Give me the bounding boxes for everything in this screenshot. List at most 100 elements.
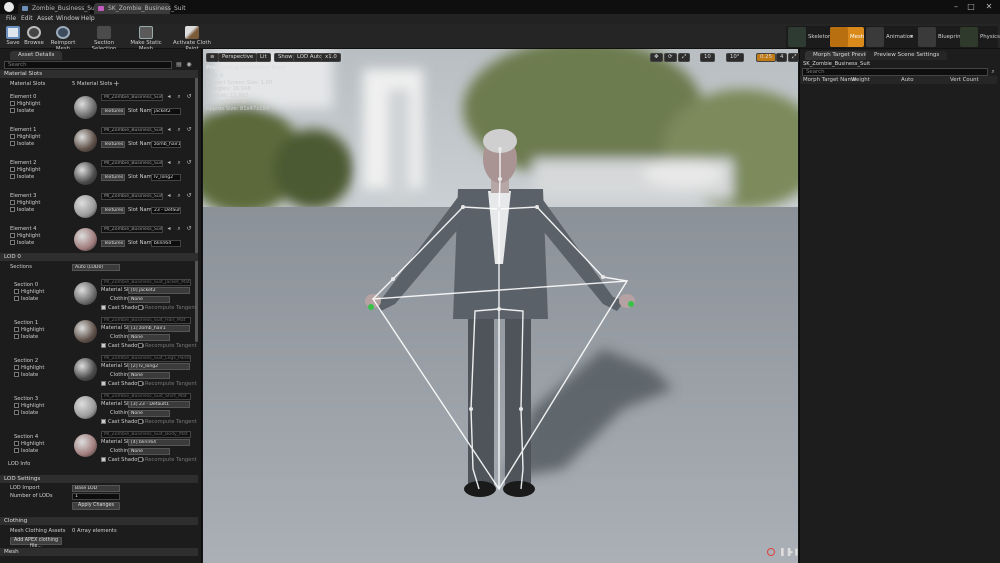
menu-edit[interactable]: Edit (21, 15, 33, 23)
perspective-button[interactable]: Perspective (218, 53, 258, 62)
checkbox[interactable] (138, 343, 143, 348)
lod-import-select[interactable]: Base LOD (72, 485, 120, 492)
col-weight[interactable]: Weight (851, 77, 870, 83)
material-name-field[interactable]: MI_Zombie_Business_Suit_Hair (101, 127, 163, 134)
checkbox[interactable] (10, 101, 15, 106)
checkbox[interactable] (101, 457, 106, 462)
mode-skeleton[interactable]: Skeleton (788, 27, 831, 47)
checkbox[interactable] (10, 200, 15, 205)
checkbox[interactable] (14, 365, 19, 370)
next-frame-button[interactable]: ▸❚ (790, 548, 799, 556)
mode-blueprint[interactable]: Blueprint (918, 27, 963, 47)
clothing-select[interactable]: None (128, 410, 170, 417)
checkbox[interactable] (14, 296, 19, 301)
highlight-checkbox[interactable]: Highlight (14, 403, 44, 410)
checkbox[interactable] (10, 240, 15, 245)
maximize-button[interactable]: □ (965, 2, 977, 12)
checkbox[interactable] (14, 403, 19, 408)
checkbox[interactable] (10, 108, 15, 113)
checkbox[interactable] (14, 448, 19, 453)
material-slots-header[interactable]: Material Slots (0, 70, 198, 78)
checkbox[interactable] (10, 141, 15, 146)
sections-lod-select[interactable]: Auto (LOD0) (72, 264, 120, 271)
tab-sk-zombie-business-suit[interactable]: SK_Zombie_Business_Suit × (94, 3, 186, 23)
isolate-checkbox[interactable]: Isolate (14, 410, 38, 417)
checkbox[interactable] (10, 174, 15, 179)
checkbox[interactable] (14, 334, 19, 339)
checkbox[interactable] (138, 381, 143, 386)
highlight-checkbox[interactable]: Highlight (10, 167, 40, 174)
use-selected-icon[interactable]: ◂ (166, 193, 172, 199)
recompute-tangent-checkbox[interactable]: Recompute Tangent (138, 419, 197, 426)
lod-info-label[interactable]: LOD Info (8, 461, 30, 468)
slot-name-field[interactable]: jacket2 (151, 108, 181, 115)
use-selected-icon[interactable]: ◂ (166, 127, 172, 133)
num-lods-field[interactable]: 1 (72, 493, 120, 500)
checkbox[interactable] (138, 305, 143, 310)
highlight-checkbox[interactable]: Highlight (14, 327, 44, 334)
textures-dropdown[interactable]: Textures (101, 108, 125, 115)
material-slot-select[interactable]: [3] 23 - Default1 (128, 401, 190, 408)
reset-icon[interactable]: ↺ (186, 226, 192, 232)
use-selected-icon[interactable]: ◂ (166, 226, 172, 232)
checkbox[interactable] (101, 381, 106, 386)
material-slot-select[interactable]: [1] zomb_hair1 (128, 325, 190, 332)
checkbox[interactable] (10, 207, 15, 212)
recompute-tangent-checkbox[interactable]: Recompute Tangent (138, 457, 197, 464)
material-thumbnail[interactable] (74, 195, 97, 218)
checkbox[interactable] (101, 305, 106, 310)
material-slot-select[interactable]: [2] lv_long2 (128, 363, 190, 370)
menu-help[interactable]: Help (81, 15, 95, 23)
clothing-select[interactable]: None (128, 372, 170, 379)
material-slot-select[interactable]: [4] blinn64 (128, 439, 190, 446)
save-button[interactable]: Save (4, 25, 22, 49)
slot-name-field[interactable]: blinn64 (151, 240, 181, 247)
grid-snap-value[interactable]: 10 (700, 53, 715, 62)
browse-button[interactable]: Browse (24, 25, 44, 49)
checkbox[interactable] (138, 419, 143, 424)
highlight-checkbox[interactable]: Highlight (10, 101, 40, 108)
rotate-tool-icon[interactable]: ⟳ (664, 53, 677, 62)
material-slot-select[interactable]: [0] jacket2 (128, 287, 190, 294)
reset-icon[interactable]: ↺ (186, 94, 192, 100)
textures-dropdown[interactable]: Textures (101, 240, 125, 247)
playback-speed-button[interactable]: x1.0 (321, 53, 341, 62)
scrollbar[interactable] (195, 72, 198, 342)
isolate-checkbox[interactable]: Isolate (14, 296, 38, 303)
checkbox[interactable] (101, 343, 106, 348)
tab-zombie-business-suit[interactable]: Zombie_Business_Suit × (18, 3, 99, 23)
isolate-checkbox[interactable]: Isolate (10, 141, 34, 148)
browse-icon[interactable]: ⌕ (176, 94, 182, 100)
use-selected-icon[interactable]: ◂ (166, 160, 172, 166)
reimport-mesh-button[interactable]: Reimport Mesh (45, 25, 81, 52)
angle-snap-value[interactable]: 10° (726, 53, 744, 62)
highlight-checkbox[interactable]: Highlight (14, 441, 44, 448)
recompute-tangent-checkbox[interactable]: Recompute Tangent (138, 381, 197, 388)
close-window-button[interactable]: ✕ (983, 2, 995, 12)
checkbox[interactable] (10, 233, 15, 238)
textures-dropdown[interactable]: Textures (101, 207, 125, 214)
details-search-input[interactable]: Search (4, 61, 172, 69)
activate-cloth-paint-button[interactable]: Activate Cloth Paint (168, 25, 216, 52)
isolate-checkbox[interactable]: Isolate (10, 207, 34, 214)
minimize-button[interactable]: – (950, 2, 962, 12)
checkbox[interactable] (14, 410, 19, 415)
clothing-select[interactable]: None (128, 296, 170, 303)
add-apex-clothing-button[interactable]: Add APEX clothing file... (10, 537, 62, 549)
camera-speed-value[interactable]: 4 (776, 53, 788, 62)
tab-preview-scene-settings[interactable]: Preview Scene Settings (866, 51, 948, 60)
slot-name-field[interactable]: 23 - Default1 (151, 207, 181, 214)
isolate-checkbox[interactable]: Isolate (14, 448, 38, 455)
col-vert-count[interactable]: Vert Count (950, 77, 979, 83)
use-selected-icon[interactable]: ◂ (166, 94, 172, 100)
isolate-checkbox[interactable]: Isolate (14, 334, 38, 341)
viewport-options-button[interactable]: ≡ (206, 53, 219, 62)
reset-icon[interactable]: ↺ (186, 127, 192, 133)
highlight-checkbox[interactable]: Highlight (14, 365, 44, 372)
checkbox[interactable] (10, 134, 15, 139)
lod0-header[interactable]: LOD 0 (0, 253, 198, 261)
material-thumbnail[interactable] (74, 228, 97, 251)
mesh-header[interactable]: Mesh (0, 548, 198, 556)
section-selection-button[interactable]: Section Selection (84, 25, 124, 52)
material-name-field[interactable]: MI_Zombie_Business_Suit_Body (101, 226, 163, 233)
